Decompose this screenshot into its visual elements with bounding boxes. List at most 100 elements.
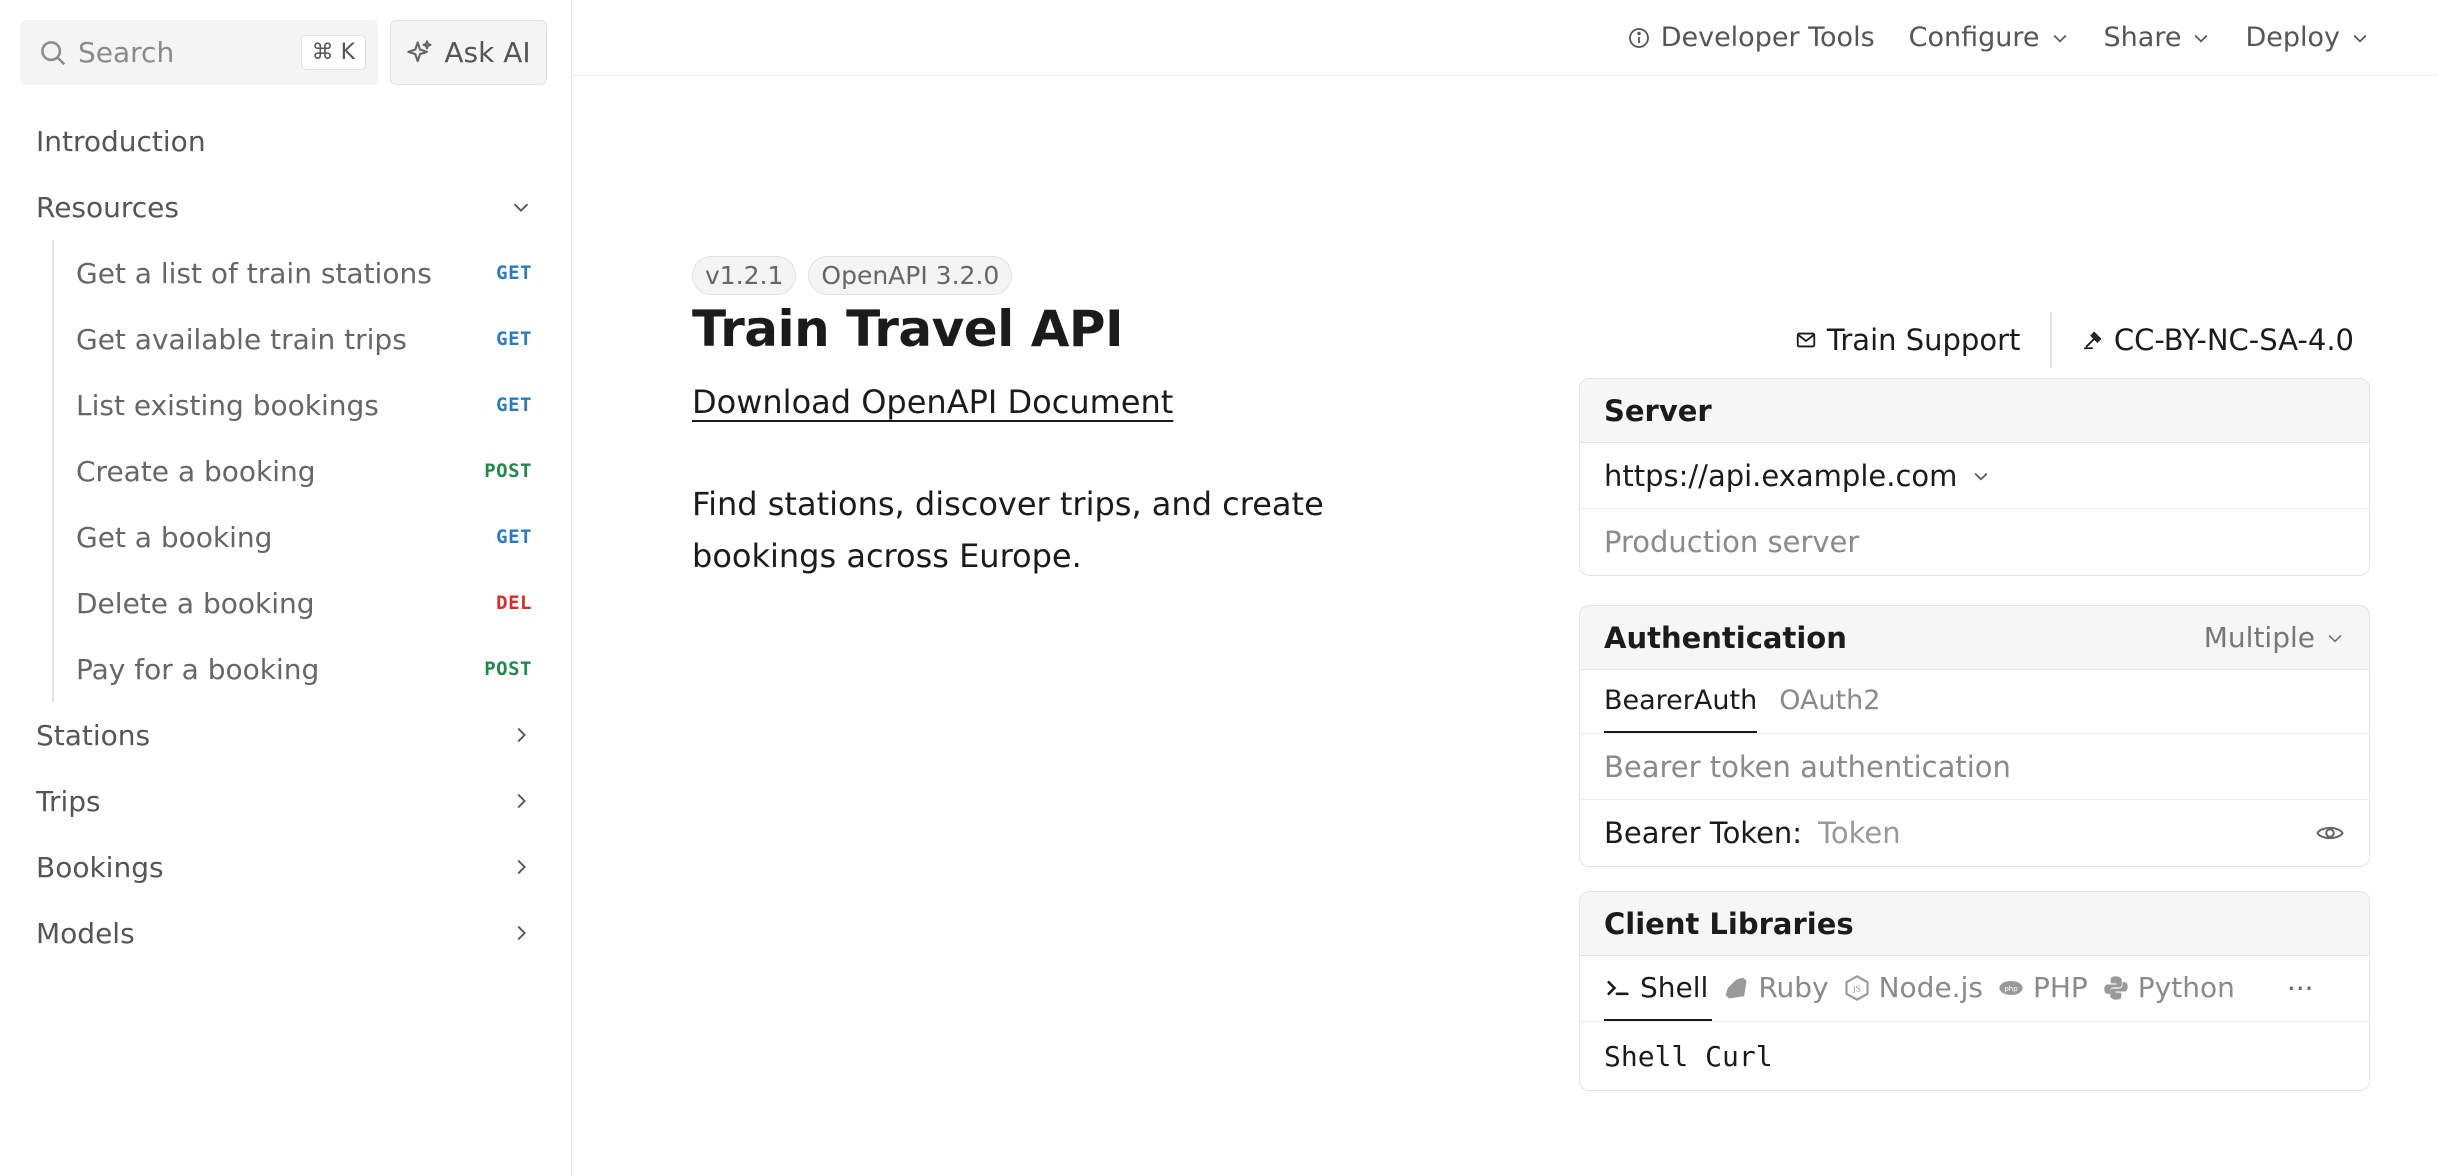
method-badge: GET [496,526,532,548]
sidebar-item-bookings[interactable]: Bookings [0,834,572,900]
more-libraries-button[interactable]: ··· [2287,956,2314,1021]
contact-label: Train Support [1826,323,2021,357]
auth-mode-label: Multiple [2203,621,2315,654]
chevron-down-icon [2328,634,2342,643]
php-icon: php [1999,980,2023,995]
sidebar-item-pay-booking[interactable]: Pay for a booking POST [0,636,572,702]
version-badge: v1.2.1 [692,256,797,295]
divider [2050,312,2052,368]
tab-bearer-auth[interactable]: BearerAuth [1604,670,1758,733]
share-menu[interactable]: Share [2104,22,2212,53]
configure-label: Configure [1908,22,2040,53]
deploy-label: Deploy [2245,22,2340,53]
mail-icon [1796,332,1816,348]
bearer-token-input[interactable] [1818,816,2219,850]
sidebar-item-get-train-stations[interactable]: Get a list of train stations GET [0,240,572,306]
sidebar-item-label: Resources [36,190,179,224]
server-select[interactable]: https://api.example.com [1604,459,1991,493]
contact-link[interactable]: Train Support [1795,323,2020,357]
tab-label: Node.js [1878,971,1983,1004]
server-url: https://api.example.com [1604,458,1958,493]
nodejs-icon: JS [1845,974,1869,1001]
sidebar-item-introduction[interactable]: Introduction [0,108,572,174]
method-badge: GET [496,328,532,350]
tab-php[interactable]: php PHP [1997,956,2092,1021]
chevron-down-icon [2353,34,2367,43]
auth-heading-label: Authentication [1604,620,1847,655]
sidebar-item-create-booking[interactable]: Create a booking POST [0,438,572,504]
server-url-row: https://api.example.com [1580,443,2369,509]
openapi-badge: OpenAPI 3.2.0 [808,256,1013,295]
sidebar-item-label: Get a booking [76,520,273,554]
server-heading: Server [1580,379,2369,443]
tab-label: Python [2137,971,2235,1004]
method-badge: POST [484,460,532,482]
sidebar-item-get-train-trips[interactable]: Get available train trips GET [0,306,572,372]
license-link[interactable]: CC-BY-NC-SA-4.0 [2082,323,2354,357]
sidebar: Search ⌘ K Ask AI Introduction Resources… [0,0,572,1176]
sidebar-item-resources[interactable]: Resources [0,174,572,240]
auth-heading: Authentication Multiple [1580,606,2369,670]
auth-description: Bearer token authentication [1580,734,2369,800]
sidebar-item-list-bookings[interactable]: List existing bookings GET [0,372,572,438]
method-badge: GET [496,394,532,416]
sparkle-icon [407,39,432,62]
client-library-tabs: Shell Ruby JS Node.js php PHP Python ··· [1580,956,2369,1022]
method-badge: GET [496,262,532,284]
deploy-menu[interactable]: Deploy [2245,22,2370,53]
tab-python[interactable]: Python [2102,956,2239,1021]
resources-sublist: Get a list of train stations GET Get ava… [0,240,572,702]
sidebar-item-label: Create a booking [76,454,316,488]
ask-ai-button[interactable]: Ask AI [390,20,547,85]
search-icon [41,40,66,65]
search-box[interactable]: Search ⌘ K [20,20,378,85]
eye-icon[interactable] [2315,818,2345,848]
sidebar-item-stations[interactable]: Stations [0,702,572,768]
client-libraries-card: Client Libraries Shell Ruby JS Node.js p… [1579,891,2370,1091]
tab-ruby[interactable]: Ruby [1722,956,1832,1021]
chevron-down-icon [513,203,529,212]
share-label: Share [2103,22,2182,53]
ask-ai-label: Ask AI [444,36,531,69]
sidebar-item-label: Stations [36,718,151,752]
developer-tools-button[interactable]: Developer Tools [1627,22,1875,53]
chevron-right-icon [517,859,526,875]
auth-tabs: BearerAuth OAuth2 [1580,670,2369,734]
tab-nodejs[interactable]: JS Node.js [1843,956,1987,1021]
sidebar-item-label: Get a list of train stations [76,256,432,290]
tab-label: PHP [2032,971,2088,1004]
sidebar-item-get-booking[interactable]: Get a booking GET [0,504,572,570]
chevron-down-icon [1974,472,1988,481]
svg-text:JS: JS [1852,983,1861,993]
tab-label: Ruby [1758,971,1829,1004]
server-description: Production server [1604,525,1860,559]
tab-shell[interactable]: Shell [1604,956,1713,1021]
tab-oauth2[interactable]: OAuth2 [1779,670,1880,733]
chevron-down-icon [2053,34,2066,43]
configure-menu[interactable]: Configure [1909,22,2070,53]
terminal-icon [1607,980,1629,995]
chevron-right-icon [517,727,526,743]
authentication-card: Authentication Multiple BearerAuth OAuth… [1579,605,2370,867]
info-icon [1628,27,1649,48]
download-openapi-link[interactable]: Download OpenAPI Document [692,383,1173,421]
tab-label: Shell [1640,971,1709,1004]
auth-mode-select[interactable]: Multiple [2204,621,2345,654]
version-badges: v1.2.1 OpenAPI 3.2.0 [692,256,1013,295]
search-shortcut: ⌘ K [300,35,366,70]
sidebar-item-label: Introduction [36,124,206,158]
selected-client: Shell Curl [1604,1039,1773,1073]
developer-tools-label: Developer Tools [1660,22,1875,53]
client-libraries-heading-label: Client Libraries [1604,906,1854,941]
sidebar-item-trips[interactable]: Trips [0,768,572,834]
top-bar: Developer Tools Configure Share Deploy [572,0,2438,76]
sidebar-item-label: Pay for a booking [76,652,320,686]
sidebar-item-label: List existing bookings [76,388,379,422]
sidebar-item-label: Get available train trips [76,322,407,356]
bearer-token-field: Bearer Token: [1604,816,2219,850]
sidebar-item-delete-booking[interactable]: Delete a booking DEL [0,570,572,636]
sidebar-item-models[interactable]: Models [0,900,572,966]
chevron-right-icon [517,925,526,941]
svg-text:php: php [2004,984,2018,992]
server-heading-label: Server [1604,393,1712,428]
